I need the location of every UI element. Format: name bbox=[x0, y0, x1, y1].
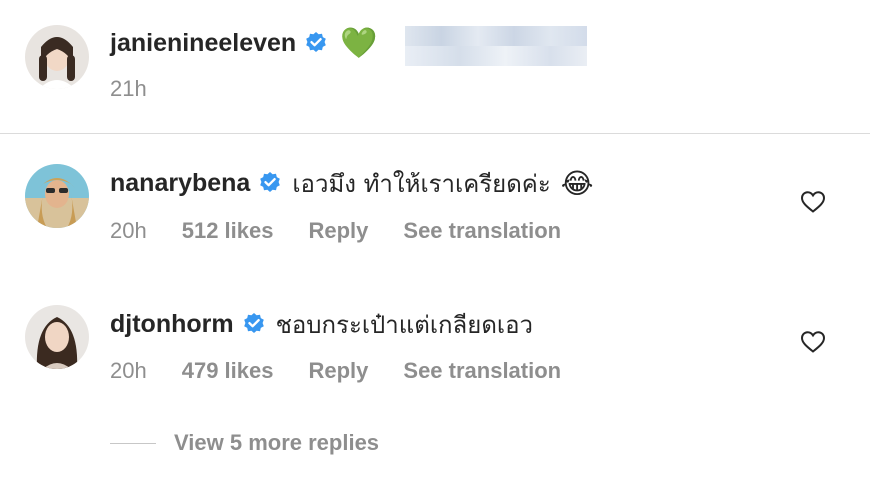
comment-line-djtonhorm: djtonhorm ชอบกระเป๋าแต่เกลียดเอว bbox=[110, 307, 533, 341]
post-meta: 21h bbox=[110, 76, 182, 102]
comment-avatar-djtonhorm[interactable] bbox=[25, 305, 89, 369]
replies-divider-line bbox=[110, 442, 156, 444]
laughing-emoji: 😂 bbox=[560, 167, 594, 199]
green-heart-emoji: 💚 bbox=[340, 26, 378, 60]
comment-meta: 20h 479 likes Reply See translation bbox=[110, 358, 596, 384]
reply-button[interactable]: Reply bbox=[308, 218, 368, 244]
post-caption-line: janienineeleven 💚 bbox=[110, 26, 378, 60]
heart-icon[interactable] bbox=[800, 190, 826, 214]
view-more-replies-label: View 5 more replies bbox=[174, 430, 380, 455]
see-translation-button[interactable]: See translation bbox=[403, 358, 561, 384]
comment-timestamp: 20h bbox=[110, 218, 147, 243]
comment-username[interactable]: djtonhorm bbox=[110, 310, 234, 339]
verified-badge-icon bbox=[306, 32, 327, 52]
likes-count-button[interactable]: 479 likes bbox=[182, 358, 274, 384]
post-author-username[interactable]: janienineeleven bbox=[110, 29, 296, 58]
comment-text: ชอบกระเป๋าแต่เกลียดเอว bbox=[275, 310, 533, 339]
verified-badge-icon bbox=[260, 172, 281, 192]
comment-meta: 20h 512 likes Reply See translation bbox=[110, 218, 596, 244]
verified-badge-icon bbox=[243, 313, 264, 333]
see-translation-button[interactable]: See translation bbox=[403, 218, 561, 244]
caption-divider bbox=[0, 133, 870, 134]
comment-text: เอวมึง ทำให้เราเครียดค่ะ bbox=[292, 169, 551, 198]
comment-username[interactable]: nanarybena bbox=[110, 169, 250, 198]
post-author-avatar[interactable] bbox=[25, 25, 89, 89]
reply-button[interactable]: Reply bbox=[308, 358, 368, 384]
heart-icon[interactable] bbox=[800, 330, 826, 354]
view-more-replies-button[interactable]: View 5 more replies bbox=[110, 430, 379, 456]
likes-count-button[interactable]: 512 likes bbox=[182, 218, 274, 244]
comment-avatar-nanarybena[interactable] bbox=[25, 164, 89, 228]
comment-timestamp: 20h bbox=[110, 358, 147, 383]
post-timestamp: 21h bbox=[110, 76, 147, 101]
comment-line-nanarybena: nanarybena เอวมึง ทำให้เราเครียดค่ะ 😂 bbox=[110, 166, 593, 200]
redacted-caption-text bbox=[405, 26, 587, 66]
